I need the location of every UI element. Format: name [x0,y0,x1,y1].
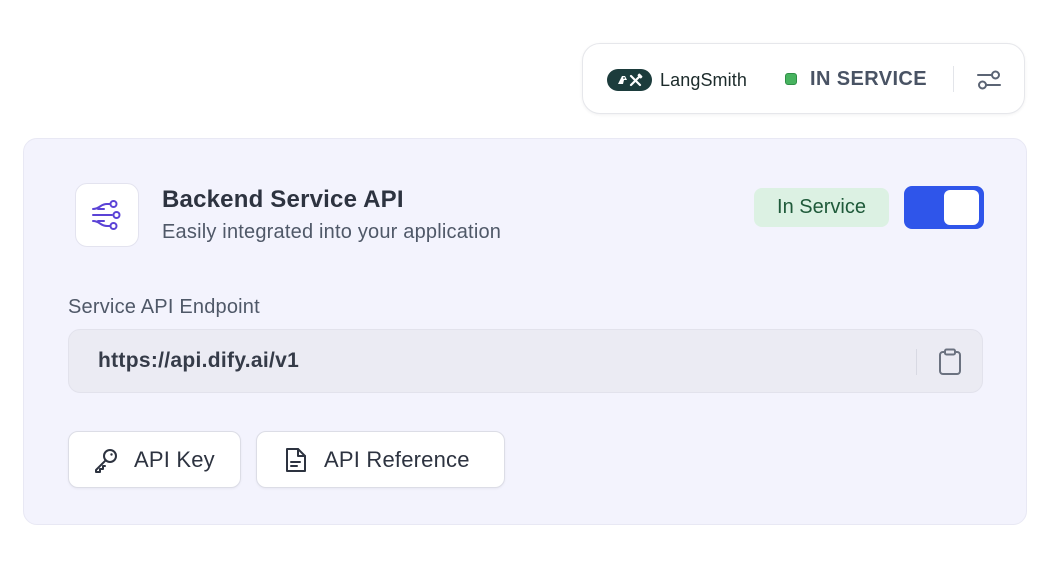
service-toggle[interactable] [904,186,984,229]
tracing-status-panel: LangSmith IN SERVICE [582,43,1025,114]
tracing-status-text: IN SERVICE [810,68,927,90]
status-indicator-dot [785,73,797,85]
clipboard-icon [939,348,961,375]
api-connection-icon [92,200,121,230]
toggle-knob [944,190,979,225]
divider [916,349,917,375]
card-subtitle: Easily integrated into your application [162,221,502,243]
api-reference-button[interactable]: API Reference [256,431,505,488]
api-key-button[interactable]: API Key [68,431,241,488]
copy-endpoint-button[interactable] [935,347,965,377]
endpoint-field: https://api.dify.ai/v1 [68,329,983,393]
api-reference-label: API Reference [324,446,470,472]
tracing-settings-button[interactable] [975,67,1003,93]
backend-service-api-card: Backend Service API Easily integrated in… [23,138,1027,525]
card-title: Backend Service API [162,186,404,213]
endpoint-label: Service API Endpoint [68,296,260,318]
endpoint-url[interactable]: https://api.dify.ai/v1 [98,349,299,373]
settings-sliders-icon [977,70,1001,90]
langsmith-wordmark: LangSmith [660,69,747,90]
document-icon [283,447,309,473]
status-badge: In Service [754,188,889,227]
api-icon-box [75,183,139,247]
langsmith-badge-icon [607,69,652,91]
key-icon [93,447,119,473]
divider [953,66,954,92]
api-key-label: API Key [134,446,215,472]
langsmith-logo: LangSmith [607,69,747,91]
